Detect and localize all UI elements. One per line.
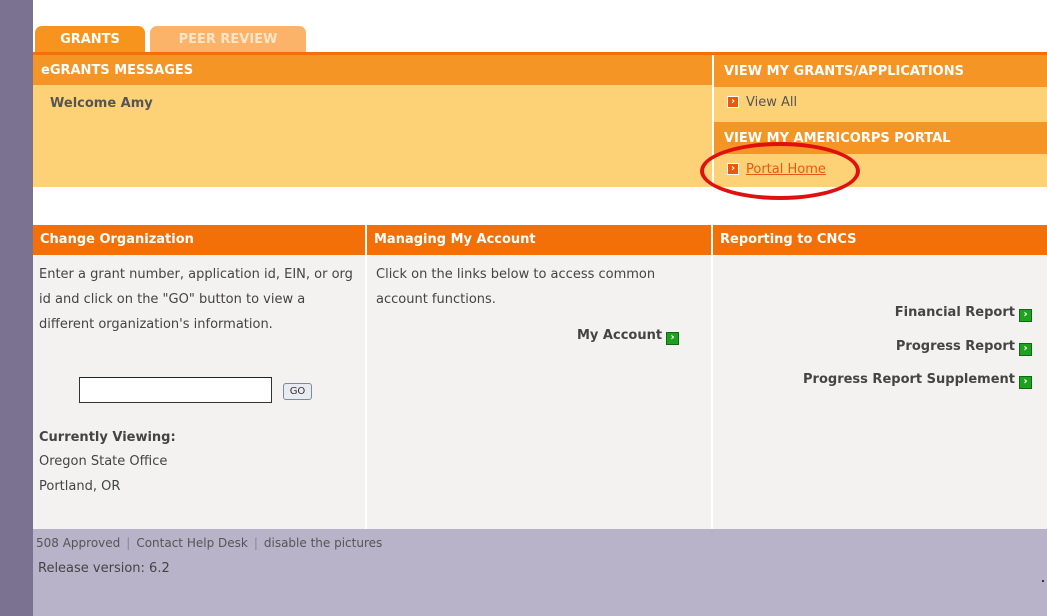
tab-grants[interactable]: GRANTS	[35, 26, 145, 52]
go-button[interactable]: GO	[283, 383, 312, 400]
stray-dot	[1042, 580, 1044, 582]
financial-report-label: Financial Report	[894, 305, 1015, 320]
reporting-cncs-body	[713, 255, 1047, 529]
egrants-messages-header: eGRANTS MESSAGES	[33, 55, 712, 85]
arrow-right-icon: ›	[1019, 376, 1032, 389]
arrow-right-icon: ›	[666, 332, 680, 345]
grants-applications-header: VIEW MY GRANTS/APPLICATIONS	[712, 55, 1047, 87]
currently-viewing-label: Currently Viewing:	[39, 430, 176, 445]
change-organization-header: Change Organization	[33, 225, 365, 255]
managing-account-title: Managing My Account	[374, 232, 536, 247]
tab-peer-review[interactable]: PEER REVIEW	[150, 26, 306, 52]
welcome-message: Welcome Amy	[50, 96, 153, 111]
footer-separator: |	[253, 536, 258, 550]
footer-separator: |	[126, 536, 131, 550]
my-account-link[interactable]: My Account ›	[577, 328, 680, 345]
reporting-cncs-title: Reporting to CNCS	[720, 232, 857, 247]
footer-links: 508 Approved | Contact Help Desk | disable t…	[36, 536, 382, 550]
arrow-right-icon: ›	[1019, 343, 1032, 356]
progress-report-link[interactable]: Progress Report ›	[896, 339, 1032, 356]
organization-search-input[interactable]	[79, 377, 272, 403]
arrow-right-icon: ›	[727, 96, 739, 108]
footer-link-508[interactable]: 508 Approved	[36, 536, 120, 550]
my-account-label: My Account	[577, 328, 663, 343]
managing-account-description: Click on the links below to access commo…	[376, 267, 656, 307]
change-organization-description: Enter a grant number, application id, EI…	[39, 267, 353, 332]
progress-report-supplement-link[interactable]: Progress Report Supplement ›	[803, 372, 1032, 389]
footer-link-help-desk[interactable]: Contact Help Desk	[136, 536, 248, 550]
progress-report-label: Progress Report	[895, 339, 1015, 354]
footer-link-disable-pictures[interactable]: disable the pictures	[264, 536, 382, 550]
grants-applications-title: VIEW MY GRANTS/APPLICATIONS	[724, 64, 964, 79]
progress-report-supplement-label: Progress Report Supplement	[803, 372, 1015, 387]
current-org-name: Oregon State Office	[39, 454, 168, 469]
red-annotation-circle	[700, 142, 860, 200]
arrow-right-icon: ›	[1019, 309, 1032, 322]
left-sidebar-strip	[0, 0, 33, 616]
view-all-link[interactable]: View All	[746, 95, 797, 110]
reporting-cncs-header: Reporting to CNCS	[713, 225, 1047, 255]
change-organization-title: Change Organization	[40, 232, 194, 247]
release-version: Release version: 6.2	[38, 561, 170, 576]
current-org-location: Portland, OR	[39, 479, 121, 494]
egrants-messages-title: eGRANTS MESSAGES	[41, 63, 194, 78]
financial-report-link[interactable]: Financial Report ›	[895, 305, 1032, 322]
managing-account-header: Managing My Account	[367, 225, 711, 255]
